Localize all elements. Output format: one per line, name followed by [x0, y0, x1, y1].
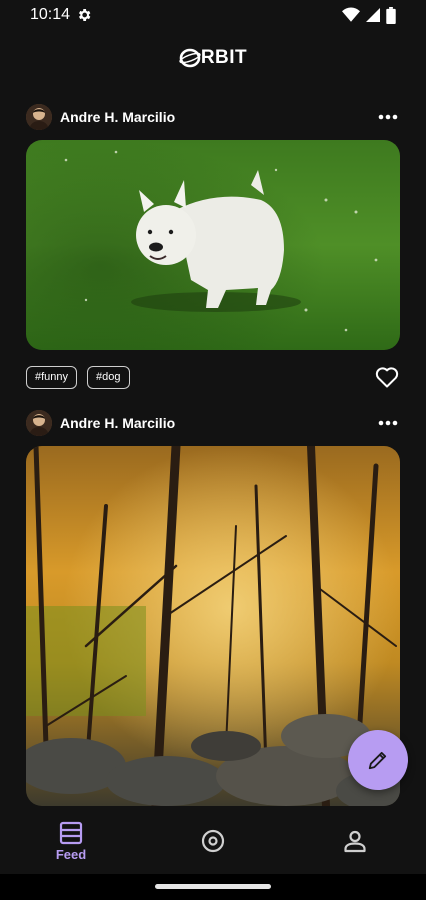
more-options-button[interactable] — [376, 105, 400, 129]
nav-item-explore[interactable] — [163, 829, 263, 853]
feed-post: Andre H. Marcilio — [26, 100, 400, 390]
status-left: 10:14 — [30, 6, 92, 24]
more-horizontal-icon — [378, 420, 398, 426]
heart-outline-icon — [375, 367, 399, 388]
feed-post: Andre H. Marcilio — [26, 406, 400, 806]
nav-label-feed: Feed — [55, 846, 87, 862]
post-footer: #funny #dog — [26, 364, 400, 390]
edit-pencil-icon — [368, 751, 387, 770]
tag-chip[interactable]: #dog — [87, 365, 130, 389]
status-time: 10:14 — [30, 6, 71, 23]
more-horizontal-icon — [378, 114, 398, 120]
author-name[interactable]: Andre H. Marcilio — [60, 415, 175, 431]
tag-chip[interactable]: #funny — [26, 365, 78, 389]
app-header: RBIT — [0, 40, 426, 76]
post-author[interactable]: Andre H. Marcilio — [26, 104, 175, 130]
nav-item-feed[interactable]: Feed — [21, 821, 121, 862]
profile-icon — [344, 830, 366, 853]
status-right — [342, 6, 396, 24]
avatar[interactable] — [26, 104, 52, 130]
home-gesture-handle[interactable] — [155, 884, 271, 889]
create-post-fab[interactable] — [348, 730, 408, 790]
explore-icon — [201, 829, 225, 853]
status-bar: 10:14 — [0, 0, 426, 30]
more-options-button[interactable] — [376, 411, 400, 435]
post-header: Andre H. Marcilio — [26, 406, 400, 440]
settings-gear-icon — [79, 9, 91, 21]
battery-icon — [386, 6, 396, 24]
logo-text: RBIT — [200, 47, 248, 68]
post-header: Andre H. Marcilio — [26, 100, 400, 134]
like-button[interactable] — [374, 364, 400, 390]
tag-list: #funny #dog — [26, 365, 130, 389]
wifi-icon — [342, 7, 360, 22]
avatar[interactable] — [26, 410, 52, 436]
post-image-forest[interactable] — [26, 446, 400, 806]
feed-icon — [59, 821, 83, 844]
app-logo: RBIT — [179, 47, 247, 69]
orbit-logo-icon — [179, 48, 201, 68]
system-gesture-bar — [0, 874, 426, 900]
cellular-signal-icon — [366, 8, 380, 22]
post-image-dog[interactable] — [26, 140, 400, 350]
bottom-navigation: Feed — [0, 808, 426, 874]
author-name[interactable]: Andre H. Marcilio — [60, 109, 175, 125]
nav-item-profile[interactable] — [305, 829, 405, 853]
post-author[interactable]: Andre H. Marcilio — [26, 410, 175, 436]
